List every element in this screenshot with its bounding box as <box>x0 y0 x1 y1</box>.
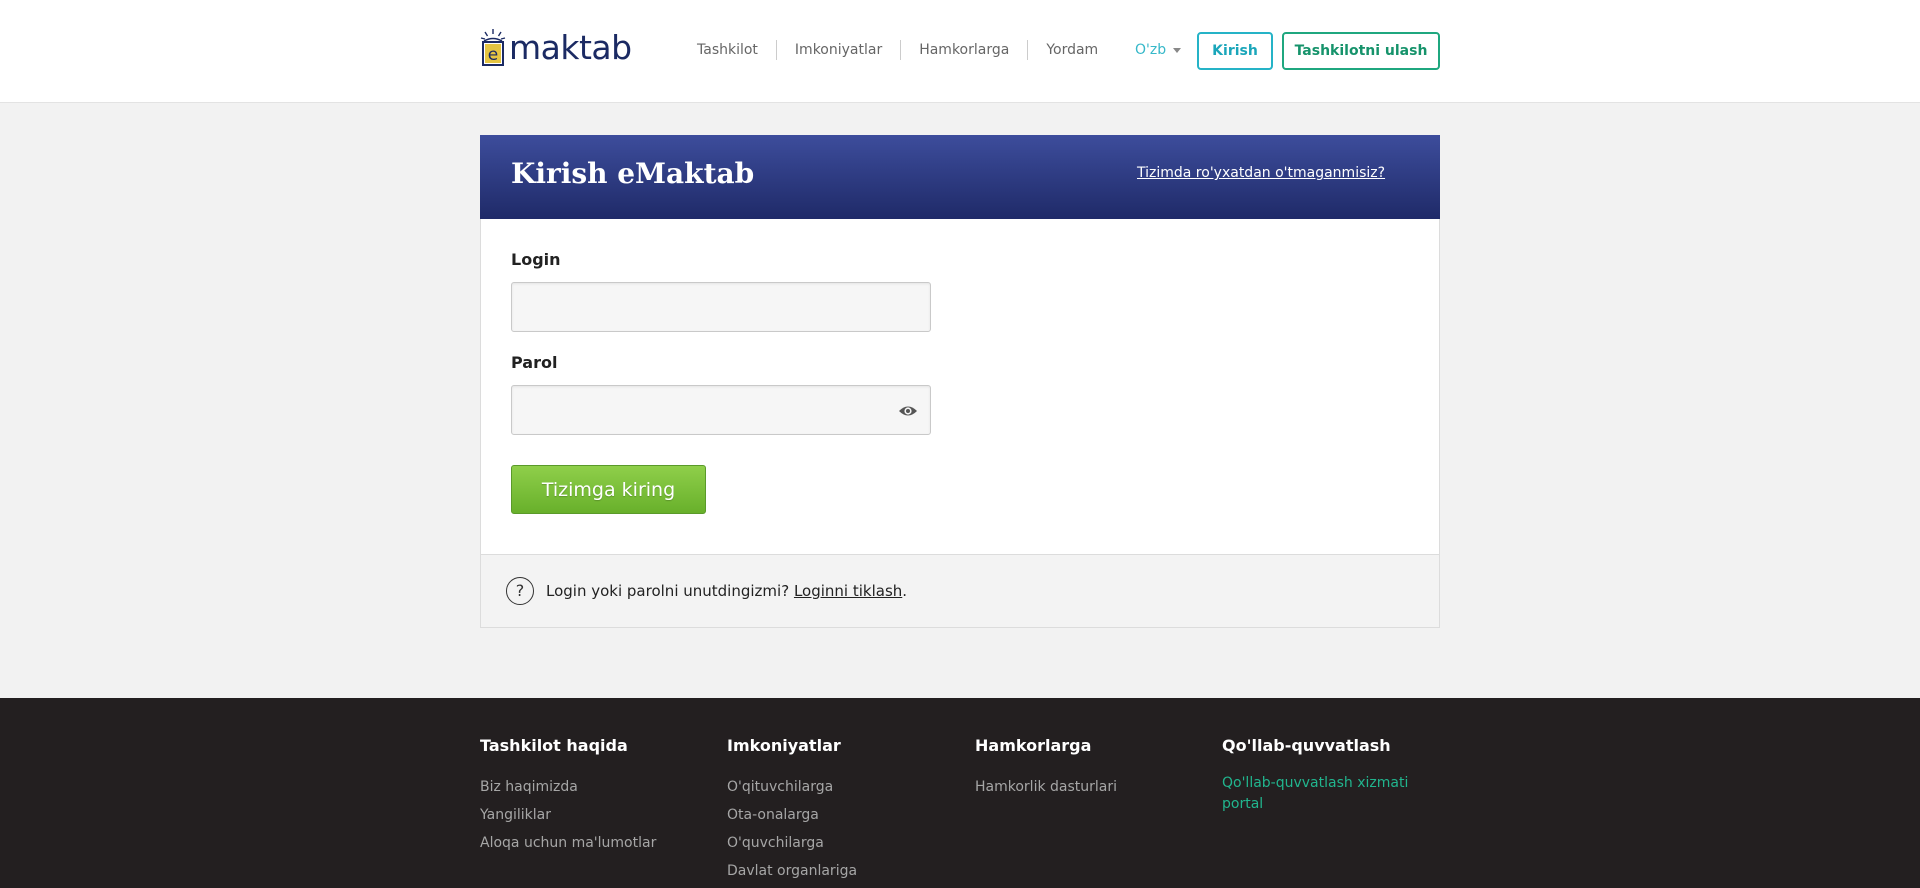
footer-link-contacts[interactable]: Aloqa uchun ma'lumotlar <box>480 829 710 857</box>
nav-imkoniyatlar[interactable]: Imkoniyatlar <box>775 40 900 60</box>
footer-link-partnership[interactable]: Hamkorlik dasturlari <box>975 773 1205 801</box>
footer-heading: Qo'llab-quvvatlash <box>1222 736 1391 755</box>
password-field-wrapper <box>511 385 931 435</box>
login-input[interactable] <box>512 283 930 331</box>
footer-link-parents[interactable]: Ota-onalarga <box>727 801 957 829</box>
login-card: Kirish eMaktab Tizimda ro'yxatdan o'tmag… <box>480 135 1440 628</box>
password-input[interactable] <box>512 386 930 434</box>
nav-yordam[interactable]: Yordam <box>1027 40 1116 60</box>
eye-icon[interactable] <box>898 402 918 420</box>
forgot-password-panel: ? Login yoki parolni unutdingizmi? Login… <box>481 554 1439 627</box>
nav-tashkilot[interactable]: Tashkilot <box>697 40 776 60</box>
footer-link-news[interactable]: Yangiliklar <box>480 801 710 829</box>
footer-heading: Tashkilot haqida <box>480 736 628 755</box>
footer-link-government[interactable]: Davlat organlariga <box>727 857 957 885</box>
footer-link-about[interactable]: Biz haqimizda <box>480 773 710 801</box>
top-header: e maktab Tashkilot Imkoniyatlar Hamkorla… <box>0 0 1920 103</box>
footer-heading: Hamkorlarga <box>975 736 1092 755</box>
main-nav: Tashkilot Imkoniyatlar Hamkorlarga Yorda… <box>697 40 1116 60</box>
svg-text:e: e <box>488 45 498 65</box>
language-label: O'zb <box>1135 42 1167 58</box>
question-icon: ? <box>506 577 534 605</box>
password-label: Parol <box>511 353 558 372</box>
emaktab-logo[interactable]: e maktab <box>479 26 632 68</box>
forgot-suffix: . <box>902 582 908 600</box>
submit-login-button[interactable]: Tizimga kiring <box>511 465 706 514</box>
footer-link-students[interactable]: O'quvchilarga <box>727 829 957 857</box>
recover-login-link[interactable]: Loginni tiklash <box>794 582 902 600</box>
footer-column-organization: Tashkilot haqida Biz haqimizda Yangilikl… <box>480 736 710 857</box>
register-link[interactable]: Tizimda ro'yxatdan o'tmaganmisiz? <box>1137 165 1385 181</box>
page-title: Kirish eMaktab <box>511 157 755 190</box>
footer-column-support: Qo'llab-quvvatlash Qo'llab-quvvatlash xi… <box>1222 736 1452 815</box>
login-field-wrapper <box>511 282 931 332</box>
login-label: Login <box>511 250 561 269</box>
footer-column-features: Imkoniyatlar O'qituvchilarga Ota-onalarg… <box>727 736 957 885</box>
login-card-header: Kirish eMaktab Tizimda ro'yxatdan o'tmag… <box>480 135 1440 219</box>
footer-link-support-portal[interactable]: Qo'llab-quvvatlash xizmati portal <box>1222 773 1452 815</box>
connect-organization-button[interactable]: Tashkilotni ulash <box>1282 32 1440 70</box>
nav-hamkorlarga[interactable]: Hamkorlarga <box>900 40 1027 60</box>
login-button[interactable]: Kirish <box>1197 32 1273 70</box>
footer-heading: Imkoniyatlar <box>727 736 841 755</box>
footer-column-partners: Hamkorlarga Hamkorlik dasturlari <box>975 736 1205 801</box>
forgot-password-text: Login yoki parolni unutdingizmi? Loginni… <box>546 582 907 600</box>
footer-link-teachers[interactable]: O'qituvchilarga <box>727 773 957 801</box>
logo-icon: e <box>479 27 507 67</box>
forgot-prompt: Login yoki parolni unutdingizmi? <box>546 582 790 600</box>
language-selector[interactable]: O'zb <box>1135 40 1182 60</box>
site-footer: Tashkilot haqida Biz haqimizda Yangilikl… <box>0 698 1920 888</box>
caret-down-icon <box>1173 47 1182 53</box>
logo-wordmark: maktab <box>509 27 632 67</box>
